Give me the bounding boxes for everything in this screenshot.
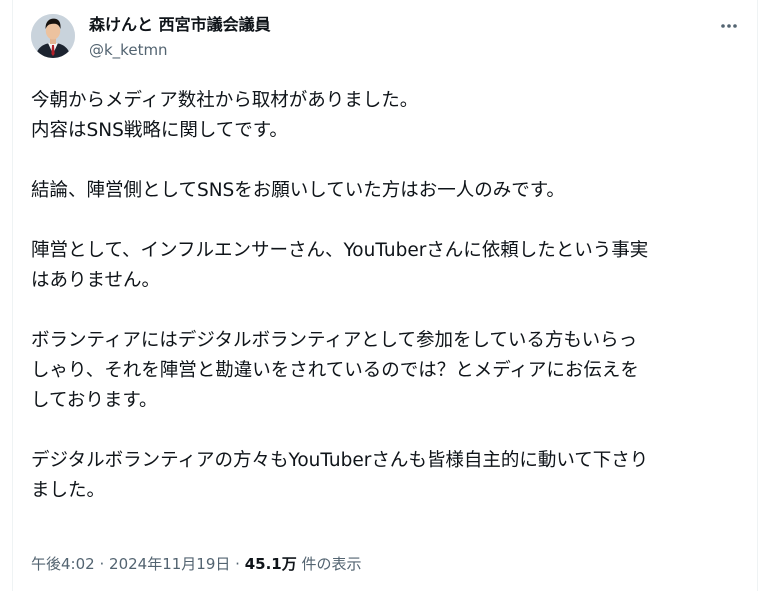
views-label: 件の表示 — [301, 555, 362, 573]
tweet-line: しております。 — [31, 390, 158, 411]
more-horizontal-icon — [721, 24, 737, 28]
tweet-line: 結論、陣営側としてSNSをお願いしていた方はお一人のみです。 — [31, 180, 565, 201]
tweet-line: 陣営として、インフルエンサーさん、YouTuberさんに依頼したという事実 — [31, 240, 649, 261]
tweet-line: ボランティアにはデジタルボランティアとして参加をしている方もいらっ — [31, 330, 638, 351]
avatar-image — [31, 14, 75, 58]
tweet-meta: 午後4:02 · 2024年11月19日 · 45.1万 件の表示 — [31, 553, 362, 575]
tweet-line: はありません。 — [31, 270, 160, 291]
author-handle[interactable]: @k_ketmn — [89, 40, 168, 60]
tweet-line: 今朝からメディア数社から取材がありました。 — [31, 90, 419, 111]
tweet-line-blank — [31, 146, 743, 176]
tweet-line: しゃり、それを陣営と勘違いをされているのでは？とメディアにお伝えを — [31, 360, 639, 381]
tweet-line-blank — [31, 206, 743, 236]
meta-separator: · — [235, 555, 240, 573]
tweet-line: デジタルボランティアの方々もYouTuberさんも皆様自主的に動いて下さり — [31, 450, 649, 471]
meta-separator: · — [99, 555, 105, 573]
tweet-line: 内容はSNS戦略に関してです。 — [31, 120, 288, 141]
views-count: 45.1万 — [244, 555, 297, 573]
tweet-line-blank — [31, 296, 743, 326]
avatar[interactable] — [31, 14, 75, 58]
tweet-line-blank — [31, 416, 743, 446]
tweet-card: 森けんと 西宮市議会議員 @k_ketmn 今朝からメディア数社から取材がありま… — [12, 0, 758, 591]
more-options-button[interactable] — [713, 10, 745, 42]
tweet-timestamp[interactable]: 午後4:02 · 2024年11月19日 — [31, 555, 230, 573]
tweet-line: ました。 — [31, 480, 106, 501]
tweet-text: 今朝からメディア数社から取材がありました。 内容はSNS戦略に関してです。 結論… — [31, 86, 743, 506]
author-display-name[interactable]: 森けんと 西宮市議会議員 — [89, 14, 271, 36]
tweet-time: 午後4:02 — [31, 555, 95, 573]
tweet-date: 2024年11月19日 — [109, 555, 231, 573]
